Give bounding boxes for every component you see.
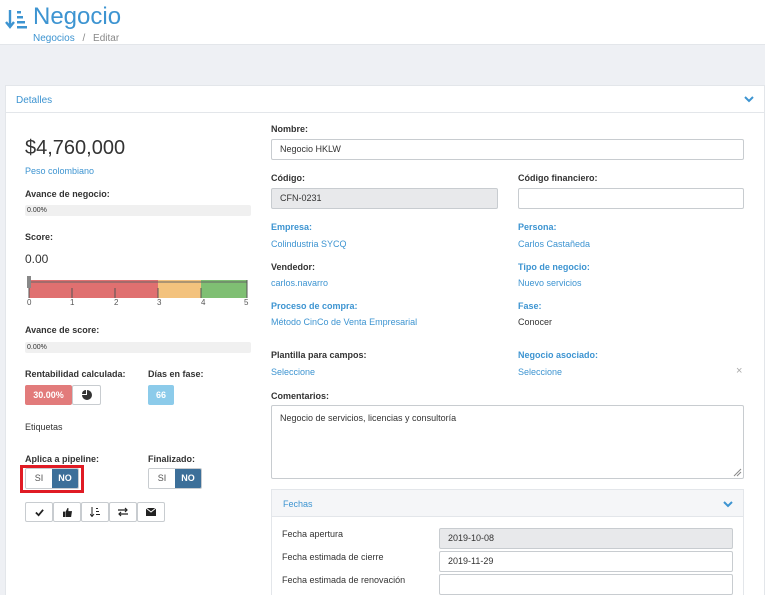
fecha-renovacion-label: Fecha estimada de renovación (282, 575, 406, 585)
fechas-title: Fechas (283, 499, 313, 509)
negocio-asociado-select[interactable]: Seleccione (518, 367, 562, 377)
resize-handle-icon[interactable] (733, 468, 742, 477)
envelope-icon (146, 508, 156, 516)
page-title: Negocio (33, 3, 122, 30)
fecha-cierre-input[interactable]: 2019-11-29 (439, 551, 733, 572)
score-segment-green (201, 280, 247, 298)
avance-negocio-label: Avance de negocio: (25, 189, 110, 199)
score-handle[interactable] (27, 276, 31, 288)
clear-asociado-icon[interactable]: × (736, 365, 742, 377)
score-tick: 3 (157, 298, 162, 307)
comentarios-label: Comentarios: (271, 391, 330, 401)
breadcrumb-current: Editar (93, 33, 120, 44)
vendedor-label: Vendedor: (271, 262, 316, 272)
persona-link[interactable]: Carlos Castañeda (518, 239, 590, 249)
breadcrumb-negocios[interactable]: Negocios (33, 33, 75, 44)
tipo-negocio-label: Tipo de negocio: (518, 262, 590, 272)
check-button[interactable] (25, 502, 53, 522)
score-value: 0.00 (25, 252, 49, 266)
rentabilidad-badge: 30.00% (25, 385, 72, 405)
finalizado-no-option[interactable]: NO (175, 469, 201, 488)
fecha-cierre-label: Fecha estimada de cierre (282, 552, 384, 562)
dias-badge: 66 (148, 385, 174, 405)
score-tick: 5 (244, 298, 249, 307)
deal-amount: $4,760,000 (25, 137, 126, 159)
fase-value: Conocer (518, 317, 553, 327)
score-segment-red (29, 280, 158, 298)
persona-label: Persona: (518, 222, 557, 232)
pie-chart-icon (81, 390, 92, 400)
score-tick: 1 (70, 298, 75, 307)
exchange-button[interactable] (109, 502, 137, 522)
thumbs-up-icon (62, 507, 72, 517)
proceso-compra-link[interactable]: Método CinCo de Venta Empresarial (271, 317, 417, 327)
sort-numeric-icon (90, 507, 100, 517)
avance-score-label: Avance de score: (25, 325, 100, 335)
email-button[interactable] (137, 502, 165, 522)
score-tick: 4 (201, 298, 206, 307)
finalizado-label: Finalizado: (148, 454, 195, 464)
fecha-apertura-label: Fecha apertura (282, 529, 344, 539)
score-gauge (27, 276, 248, 298)
breadcrumb-separator: / (82, 33, 86, 44)
score-segment-yellow (158, 280, 201, 298)
chevron-down-icon[interactable] (744, 94, 754, 104)
fase-label: Fase: (518, 301, 542, 311)
codigo-financiero-input[interactable] (518, 188, 744, 209)
negocio-asociado-label: Negocio asociado: (518, 350, 599, 360)
details-title: Detalles (16, 95, 53, 106)
nombre-input[interactable]: Negocio HKLW (271, 139, 744, 160)
finalizado-si-option[interactable]: SI (149, 469, 175, 488)
chevron-down-icon[interactable] (723, 499, 733, 509)
exchange-icon (118, 507, 128, 517)
avance-score-bar: 0.00% (25, 342, 251, 353)
fecha-renovacion-input[interactable] (439, 574, 733, 595)
currency-link[interactable]: Peso colombiano (25, 166, 94, 176)
score-tick: 2 (114, 298, 119, 307)
empresa-link[interactable]: Colindustria SYCQ (271, 239, 347, 249)
plantilla-label: Plantilla para campos: (271, 350, 367, 360)
score-tick: 0 (27, 298, 32, 307)
avance-negocio-value: 0.00% (27, 207, 47, 214)
sort-icon (5, 10, 27, 29)
fechas-card-header[interactable]: Fechas (272, 490, 743, 517)
comentarios-textarea[interactable]: Negocio de servicios, licencias y consul… (271, 405, 744, 479)
details-card-header[interactable]: Detalles (6, 86, 764, 113)
sort-button[interactable] (81, 502, 109, 522)
codigo-financiero-label: Código financiero: (518, 173, 598, 183)
rentabilidad-chart-button[interactable] (72, 385, 101, 405)
plantilla-select[interactable]: Seleccione (271, 367, 315, 377)
page-header: Negocio Negocios / Editar (0, 0, 765, 45)
nombre-label: Nombre: (271, 124, 309, 134)
pipeline-label: Aplica a pipeline: (25, 454, 100, 464)
check-icon (34, 508, 44, 517)
rentabilidad-label: Rentabilidad calculada: (25, 369, 126, 379)
codigo-input: CFN-0231 (271, 188, 498, 209)
highlight-box (20, 465, 84, 493)
codigo-label: Código: (271, 173, 305, 183)
tipo-negocio-link[interactable]: Nuevo servicios (518, 278, 582, 288)
etiquetas-label: Etiquetas (25, 422, 63, 432)
dias-label: Días en fase: (148, 369, 204, 379)
proceso-compra-label: Proceso de compra: (271, 301, 358, 311)
empresa-label: Empresa: (271, 222, 313, 232)
finalizado-toggle[interactable]: SI NO (148, 468, 202, 489)
thumbs-up-button[interactable] (53, 502, 81, 522)
score-label: Score: (25, 232, 54, 242)
avance-negocio-bar: 0.00% (25, 205, 251, 216)
breadcrumb: Negocios / Editar (33, 33, 119, 44)
avance-score-value: 0.00% (27, 344, 47, 351)
fecha-apertura-input: 2019-10-08 (439, 528, 733, 549)
vendedor-link[interactable]: carlos.navarro (271, 278, 328, 288)
